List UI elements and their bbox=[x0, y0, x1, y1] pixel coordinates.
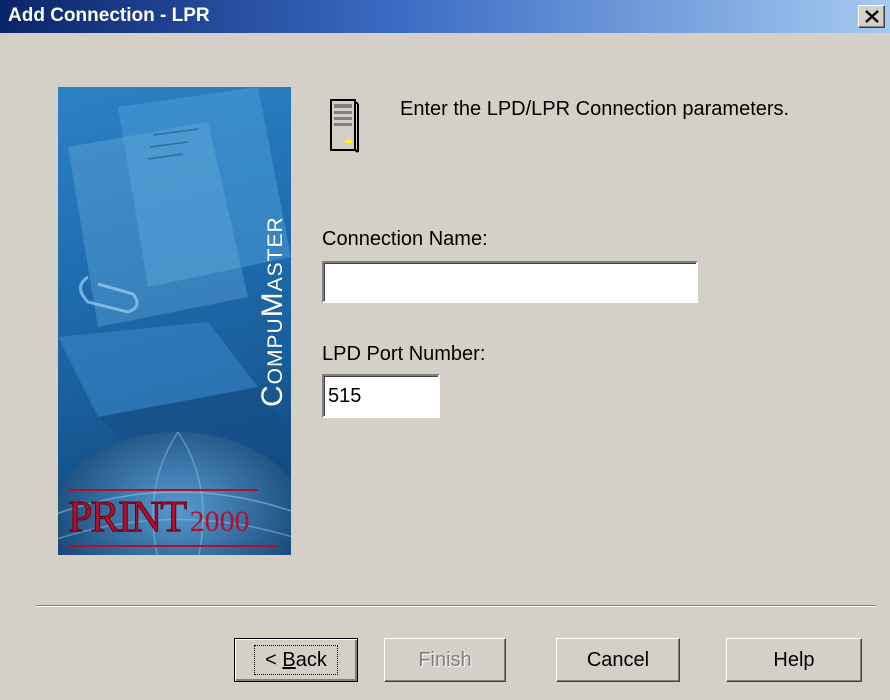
banner-brand-text: CompuMaster bbox=[256, 216, 289, 407]
title-bar[interactable]: Add Connection - LPR bbox=[0, 0, 890, 33]
close-button[interactable] bbox=[858, 5, 885, 28]
server-icon bbox=[330, 99, 359, 153]
back-rest: ack bbox=[295, 649, 327, 671]
instruction-text: Enter the LPD/LPR Connection parameters. bbox=[400, 98, 790, 120]
back-prefix: < bbox=[265, 649, 283, 671]
help-button[interactable]: Help bbox=[726, 638, 862, 682]
close-icon bbox=[865, 10, 879, 23]
cancel-button[interactable]: Cancel bbox=[556, 638, 680, 682]
connection-name-label: Connection Name: bbox=[322, 228, 488, 250]
back-button[interactable]: < Back bbox=[234, 638, 358, 682]
port-number-label: LPD Port Number: bbox=[322, 343, 486, 365]
logo-print-text: PRINT bbox=[67, 492, 187, 542]
logo-suffix-text: 2000 bbox=[189, 505, 250, 538]
button-separator bbox=[36, 605, 876, 607]
print2000-logo: PRINT 2000 bbox=[67, 492, 250, 552]
port-number-input[interactable] bbox=[322, 374, 440, 418]
finish-button[interactable]: Finish bbox=[384, 638, 506, 682]
add-connection-dialog: Add Connection - LPR CompuMaster PRINT 2… bbox=[0, 0, 890, 700]
back-mnemonic: B bbox=[282, 649, 296, 671]
logo-underline-2 bbox=[68, 545, 278, 547]
back-button-focus: < Back bbox=[254, 645, 338, 675]
compumaster-banner: CompuMaster PRINT 2000 bbox=[58, 87, 291, 555]
logo-underline bbox=[68, 489, 258, 491]
window-title: Add Connection - LPR bbox=[8, 5, 210, 26]
connection-name-input[interactable] bbox=[322, 261, 698, 303]
